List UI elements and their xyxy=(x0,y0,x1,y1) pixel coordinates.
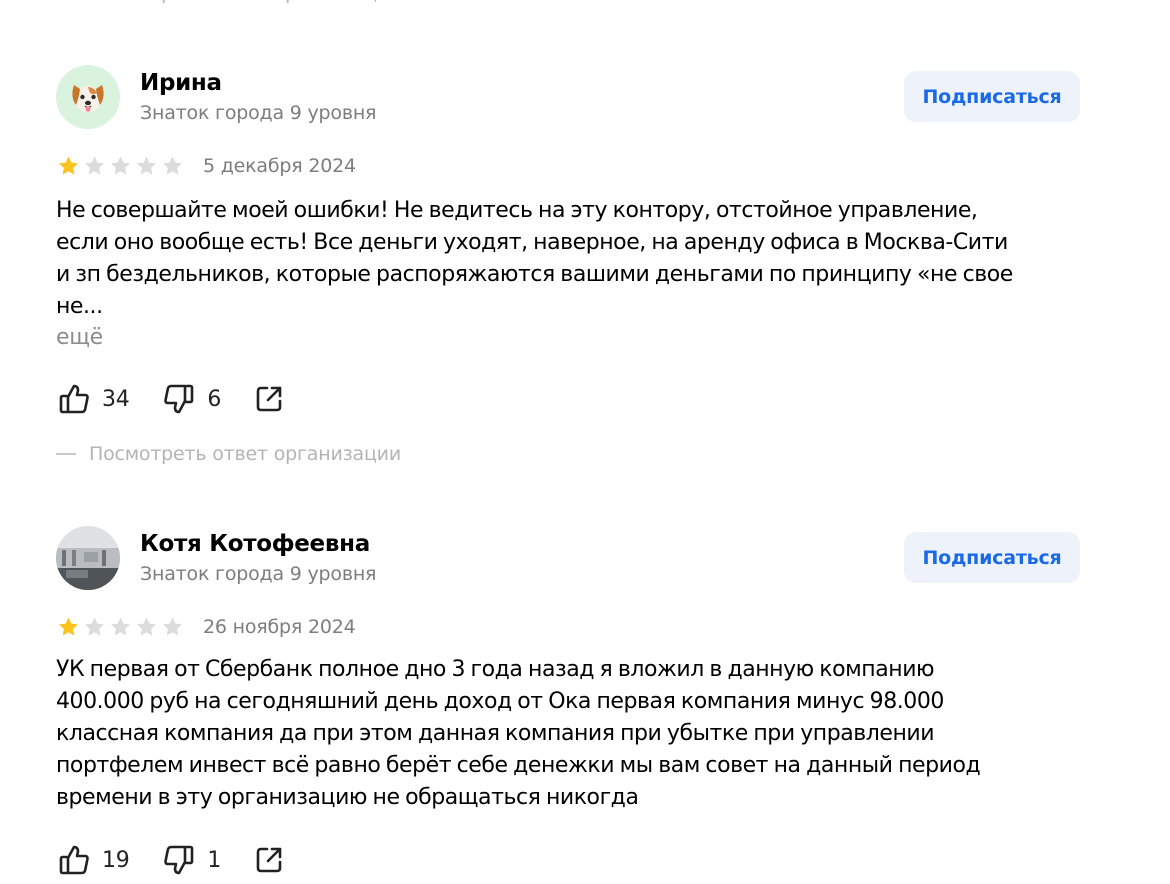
review-text-line: если оно вообще есть! Все деньги уходят,… xyxy=(56,230,1008,255)
share-icon xyxy=(256,386,282,412)
dislike-count: 1 xyxy=(207,847,222,873)
thumbs-up-icon xyxy=(59,845,89,875)
rating-stars xyxy=(56,615,185,639)
dislike-count: 6 xyxy=(207,386,222,412)
view-org-reply-link[interactable]: Посмотреть ответ организации xyxy=(56,0,401,4)
like-count: 34 xyxy=(102,386,130,412)
review-text-line: не... xyxy=(56,294,103,319)
review-text-line: и зп бездельников, которые распоряжаются… xyxy=(56,262,1013,287)
dog-face-icon xyxy=(72,85,104,112)
review-text-line: времени в эту организацию не обращаться … xyxy=(56,785,639,810)
photo-avatar-image xyxy=(56,526,120,590)
subscribe-button[interactable]: Подписаться xyxy=(904,71,1080,122)
rating-stars xyxy=(56,154,185,178)
review-text-line: классная компания да при этом данная ком… xyxy=(56,721,935,746)
thumbs-up-icon xyxy=(59,384,89,414)
review-text-line: Не совершайте моей ошибки! Не ведитесь н… xyxy=(56,198,978,223)
star-empty-icon xyxy=(111,156,130,175)
star-empty-icon xyxy=(137,156,156,175)
dash-divider xyxy=(56,452,76,455)
review-actions: 34 6 xyxy=(56,379,285,419)
author-status: Знаток города 9 уровня xyxy=(140,102,377,124)
author-name[interactable]: Ирина xyxy=(140,69,222,97)
review-text-line: 400.000 руб на сегодняшний день доход от… xyxy=(56,689,944,714)
like-button[interactable]: 34 xyxy=(56,381,130,417)
share-button[interactable] xyxy=(253,844,285,876)
star-empty-icon xyxy=(85,156,104,175)
review-date: 5 декабря 2024 xyxy=(203,155,356,177)
star-empty-icon xyxy=(163,156,182,175)
star-empty-icon xyxy=(85,617,104,636)
view-org-reply-label: Посмотреть ответ организации xyxy=(89,0,401,4)
review-text: Не совершайте моей ошибки! Не ведитесь н… xyxy=(56,195,1086,323)
author-status: Знаток города 9 уровня xyxy=(140,563,377,585)
review-text: УК первая от Сбербанк полное дно 3 года … xyxy=(56,654,1086,814)
star-empty-icon xyxy=(163,617,182,636)
star-empty-icon xyxy=(111,617,130,636)
review-text-line: портфелем инвест всё равно берёт себе де… xyxy=(56,753,981,778)
dislike-button[interactable]: 6 xyxy=(161,381,221,417)
like-button[interactable]: 19 xyxy=(56,842,130,878)
thumbs-down-icon xyxy=(164,384,194,414)
avatar[interactable] xyxy=(56,526,120,590)
dislike-button[interactable]: 1 xyxy=(161,842,221,878)
thumbs-down-icon xyxy=(164,845,194,875)
review-actions: 19 1 xyxy=(56,840,285,880)
author-name[interactable]: Котя Котофеевна xyxy=(140,530,370,558)
review-date: 26 ноября 2024 xyxy=(203,616,356,638)
share-button[interactable] xyxy=(253,383,285,415)
star-empty-icon xyxy=(137,617,156,636)
like-count: 19 xyxy=(102,847,130,873)
avatar[interactable] xyxy=(56,65,120,129)
star-filled-icon xyxy=(59,156,78,175)
view-org-reply-link[interactable]: Посмотреть ответ организации xyxy=(56,443,401,465)
share-icon xyxy=(256,847,282,873)
subscribe-button[interactable]: Подписаться xyxy=(904,532,1080,583)
review-text-line: УК первая от Сбербанк полное дно 3 года … xyxy=(56,657,935,682)
view-org-reply-label: Посмотреть ответ организации xyxy=(89,443,401,465)
read-more-link[interactable]: ещё xyxy=(56,324,103,352)
star-filled-icon xyxy=(59,617,78,636)
